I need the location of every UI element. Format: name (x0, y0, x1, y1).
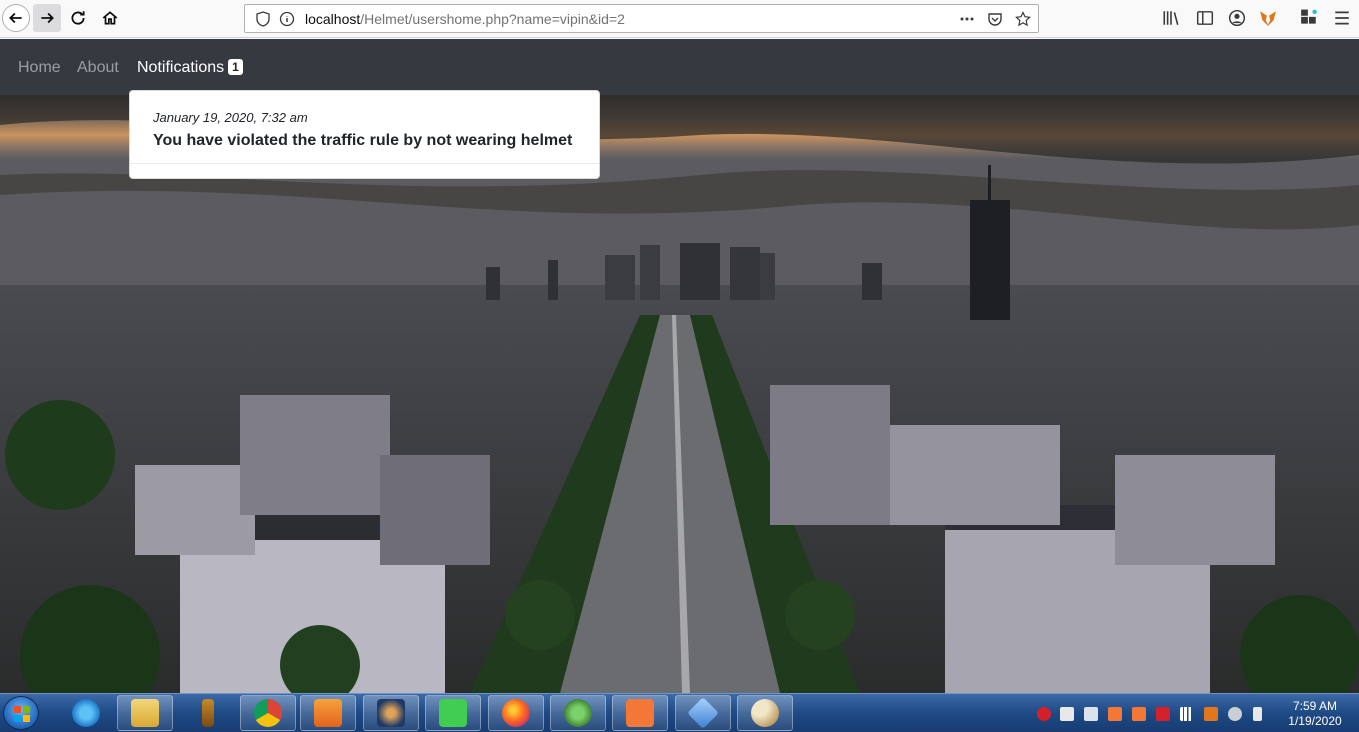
taskbar-clock[interactable]: 7:59 AM 1/19/2020 (1280, 699, 1350, 729)
pocket-icon[interactable] (987, 11, 1003, 27)
taskbar-file-explorer[interactable] (117, 695, 173, 731)
tray-alert-icon[interactable] (1037, 707, 1051, 721)
shield-icon[interactable] (255, 11, 271, 27)
tray-usb-icon[interactable] (1228, 707, 1242, 721)
hero-background-image (0, 95, 1359, 693)
tray-volume-icon[interactable] (1084, 707, 1098, 721)
paint-palette-icon (751, 699, 779, 727)
taskbar-android-studio[interactable] (550, 695, 606, 731)
info-icon[interactable] (279, 11, 295, 27)
forward-button[interactable] (33, 4, 61, 32)
nav-notifications-label: Notifications (137, 59, 225, 76)
taskbar-media-player[interactable] (300, 695, 356, 731)
url-host: localhost (305, 11, 361, 27)
url-bar[interactable]: localhost/Helmet/usershome.php?name=vipi… (244, 4, 1039, 33)
nav-home-link[interactable]: Home (18, 59, 61, 77)
home-button[interactable] (96, 4, 124, 32)
notification-count-badge: 1 (228, 59, 243, 75)
android-studio-icon (564, 699, 592, 727)
account-icon[interactable] (1228, 9, 1246, 27)
tray-battery-icon[interactable] (1253, 707, 1262, 721)
tray-app-red-icon[interactable] (1156, 707, 1170, 721)
browser-toolbar: localhost/Helmet/usershome.php?name=vipi… (0, 0, 1359, 38)
taskbar-xampp[interactable] (612, 695, 668, 731)
qt-icon (439, 699, 467, 727)
virtualbox-cube-icon (687, 697, 719, 729)
taskbar-photo-app[interactable] (363, 695, 419, 731)
taskbar-virtualbox[interactable] (675, 695, 731, 731)
taskbar-qt-creator[interactable] (425, 695, 481, 731)
photo-viewer-icon (377, 699, 405, 727)
city-skyline-image (0, 95, 1359, 693)
url-text[interactable]: localhost/Helmet/usershome.php?name=vipi… (305, 11, 625, 27)
metamask-fox-icon[interactable] (1259, 9, 1277, 27)
forward-arrow-icon (41, 12, 54, 24)
reload-icon (71, 11, 85, 25)
sidebar-icon[interactable] (1196, 9, 1214, 27)
clock-time: 7:59 AM (1292, 699, 1338, 713)
taskbar-firefox[interactable] (488, 695, 544, 731)
dropdown-divider (130, 163, 599, 164)
url-path: /Helmet/usershome.php?name=vipin&id=2 (360, 11, 625, 27)
notification-message[interactable]: You have violated the traffic rule by no… (153, 132, 572, 150)
chrome-icon (254, 699, 282, 727)
extensions-icon[interactable] (1300, 9, 1318, 27)
tray-xampp-control-icon[interactable] (1132, 707, 1146, 721)
taskbar-microscope-app[interactable] (180, 695, 236, 731)
back-button[interactable] (2, 4, 30, 32)
start-button[interactable] (3, 696, 39, 730)
clock-date: 1/19/2020 (1288, 714, 1342, 728)
bookmark-star-icon[interactable] (1015, 11, 1031, 27)
tray-xampp-icon[interactable] (1108, 707, 1122, 721)
page-actions-icon[interactable] (959, 11, 975, 27)
back-arrow-icon (9, 12, 22, 24)
menu-icon[interactable] (1333, 9, 1351, 27)
notification-date: January 19, 2020, 7:32 am (153, 110, 308, 125)
folder-icon (131, 699, 159, 727)
internet-explorer-icon (72, 699, 100, 727)
nav-about-link[interactable]: About (77, 59, 119, 77)
reload-button[interactable] (64, 4, 92, 32)
tray-network-signal-icon[interactable] (1180, 707, 1194, 721)
tray-tools-icon[interactable] (1204, 707, 1218, 721)
taskbar-internet-explorer[interactable] (58, 695, 114, 731)
xampp-icon (626, 699, 654, 727)
taskbar-chrome[interactable] (240, 695, 296, 731)
taskbar-paint[interactable] (737, 695, 793, 731)
tray-action-center-flag-icon[interactable] (1060, 707, 1074, 721)
windows-logo-icon (14, 706, 30, 722)
media-player-icon (314, 699, 342, 727)
microscope-icon (202, 699, 214, 727)
navbar: Home About Notifications 1 (0, 39, 1359, 95)
home-icon (102, 11, 118, 25)
nav-notifications-link[interactable]: Notifications 1 (137, 59, 243, 77)
library-icon[interactable] (1162, 9, 1180, 27)
firefox-icon (502, 699, 530, 727)
windows-taskbar: 7:59 AM 1/19/2020 (0, 693, 1359, 732)
notifications-dropdown: January 19, 2020, 7:32 am You have viola… (129, 90, 600, 179)
